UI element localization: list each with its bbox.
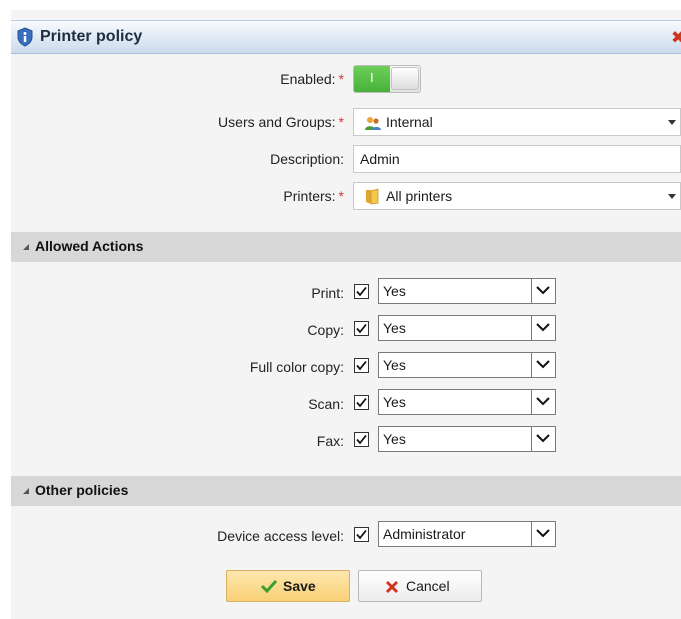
group-icon xyxy=(365,117,381,130)
other-policies-section-header[interactable]: Other policies xyxy=(11,476,681,506)
checkmark-icon xyxy=(356,529,367,540)
description-input[interactable]: Admin xyxy=(353,145,681,173)
chevron-down-icon[interactable] xyxy=(531,316,555,340)
checkmark-icon xyxy=(356,286,367,297)
other-policies-title: Other policies xyxy=(35,482,129,498)
action-label-scan: Scan: xyxy=(308,396,344,412)
print-checkbox[interactable] xyxy=(354,284,369,299)
collapse-triangle-icon[interactable] xyxy=(23,244,29,250)
checkmark-icon xyxy=(356,397,367,408)
action-label-copy: Copy: xyxy=(307,322,344,338)
copy-select-value: Yes xyxy=(383,320,406,336)
device-access-select[interactable]: Administrator xyxy=(378,521,556,547)
fax-select-value: Yes xyxy=(383,431,406,447)
cancel-button[interactable]: Cancel xyxy=(358,570,482,602)
action-label-fax: Fax: xyxy=(316,433,344,449)
device-access-label: Device access level: xyxy=(217,528,344,544)
dialog-title-bar: Printer policy ✖ xyxy=(11,20,681,54)
toggle-on-text: I xyxy=(370,70,374,85)
shield-info-icon xyxy=(17,27,33,47)
enabled-toggle[interactable]: I xyxy=(353,65,421,93)
copy-checkbox[interactable] xyxy=(354,321,369,336)
chevron-down-icon[interactable] xyxy=(531,353,555,377)
checkmark-icon xyxy=(356,360,367,371)
full-color-copy-checkbox[interactable] xyxy=(354,358,369,373)
close-icon xyxy=(385,580,399,594)
collapse-triangle-icon[interactable] xyxy=(23,488,29,494)
print-select-value: Yes xyxy=(383,283,406,299)
chevron-down-icon[interactable] xyxy=(668,194,676,199)
save-button[interactable]: Save xyxy=(226,570,350,602)
checkmark-icon xyxy=(356,323,367,334)
chevron-down-icon[interactable] xyxy=(668,120,676,125)
allowed-actions-title: Allowed Actions xyxy=(35,238,144,254)
scan-select[interactable]: Yes xyxy=(378,389,556,415)
save-button-label: Save xyxy=(283,578,316,594)
description-label: Description: xyxy=(270,151,344,167)
checkmark-icon xyxy=(261,579,277,593)
printer-policy-dialog: Printer policy ✖ Enabled: * I Users and G… xyxy=(11,10,681,619)
action-label-print: Print: xyxy=(311,285,344,301)
checkmark-icon xyxy=(356,434,367,445)
full-color-copy-select[interactable]: Yes xyxy=(378,352,556,378)
fax-select[interactable]: Yes xyxy=(378,426,556,452)
action-label-full-color-copy: Full color copy: xyxy=(249,359,344,375)
printers-value: All printers xyxy=(386,188,453,204)
print-select[interactable]: Yes xyxy=(378,278,556,304)
dialog-title: Printer policy xyxy=(40,28,143,45)
toggle-knob[interactable] xyxy=(391,67,419,90)
folder-icon xyxy=(366,188,379,205)
device-access-checkbox[interactable] xyxy=(354,527,369,542)
scan-select-value: Yes xyxy=(383,394,406,410)
scan-checkbox[interactable] xyxy=(354,395,369,410)
fax-checkbox[interactable] xyxy=(354,432,369,447)
cancel-button-label: Cancel xyxy=(406,578,450,594)
users-groups-label: Users and Groups: * xyxy=(218,114,344,130)
close-icon[interactable]: ✖ xyxy=(671,28,681,46)
full-color-copy-select-value: Yes xyxy=(383,357,406,373)
copy-select[interactable]: Yes xyxy=(378,315,556,341)
enabled-label: Enabled: * xyxy=(280,71,344,87)
device-access-select-value: Administrator xyxy=(383,526,466,542)
users-groups-value: Internal xyxy=(386,114,433,130)
printers-label: Printers: * xyxy=(283,188,344,204)
users-groups-select[interactable]: Internal xyxy=(353,108,681,136)
chevron-down-icon[interactable] xyxy=(531,427,555,451)
printers-select[interactable]: All printers xyxy=(353,182,681,210)
chevron-down-icon[interactable] xyxy=(531,279,555,303)
description-value: Admin xyxy=(360,151,400,167)
chevron-down-icon[interactable] xyxy=(531,390,555,414)
chevron-down-icon[interactable] xyxy=(531,522,555,546)
allowed-actions-section-header[interactable]: Allowed Actions xyxy=(11,232,681,262)
